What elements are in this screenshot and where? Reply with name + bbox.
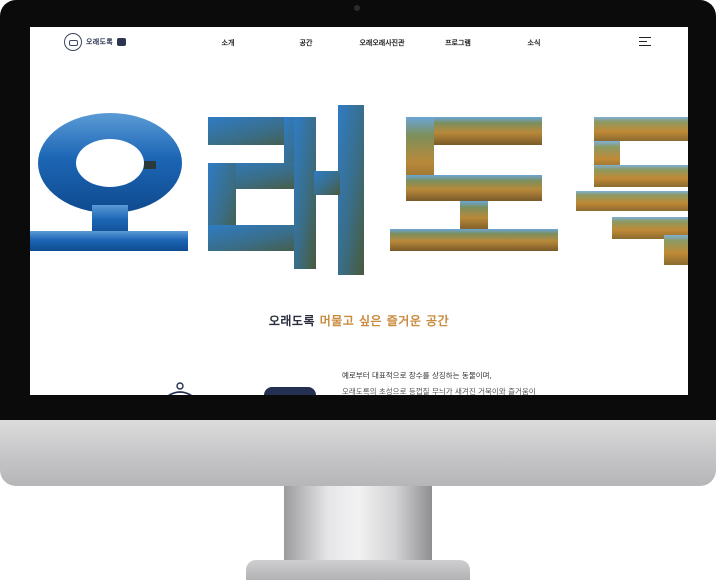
turtle-illustration-icon [168,382,192,395]
hero-lettering-graphic [30,105,688,275]
hamburger-menu-icon[interactable] [639,37,651,47]
description-line-2: 오래도록의 초성으로 등껍질 무늬가 새겨진 거북이와 즐거움이 [342,387,536,395]
hero-letter-do [390,117,558,251]
monitor-chin [0,420,716,486]
hero-lettering [30,105,688,275]
nav-item-about[interactable]: 소개 [222,38,235,48]
nav-item-program[interactable]: 프로그램 [445,38,471,48]
logo-emblem-icon [64,33,82,51]
site-logo[interactable]: 오래도록 [64,33,126,51]
nav-item-photo-studio[interactable]: 오래오래사진관 [359,38,404,48]
hero-letter-rae [208,105,364,275]
hero-letter-o [30,113,188,251]
logo-text: 오래도록 [86,38,113,46]
monitor-stand [284,486,432,564]
tagline-slogan: 머물고 싶은 즐거운 공간 [319,314,450,328]
tagline-brand: 오래도록 [268,314,316,328]
hero-tagline: 오래도록 머물고 싶은 즐거운 공간 [30,312,688,329]
nav-item-space[interactable]: 공간 [300,38,313,48]
website-screen: 오래도록 소개 공간 오래오래사진관 프로그램 소식 오래도록 머물고 싶은 즐… [30,27,688,395]
site-header: 오래도록 소개 공간 오래오래사진관 프로그램 소식 [30,27,688,61]
hero-letter-rok [576,117,688,265]
nav-item-news[interactable]: 소식 [528,38,541,48]
camera-icon [354,5,360,11]
description-line-1: 예로부터 대표적으로 장수를 상징하는 동물이며, [342,371,492,380]
intro-description: 예로부터 대표적으로 장수를 상징하는 동물이며, 오래도록의 초성으로 등껍질… [342,368,622,395]
navy-shape-icon [264,387,316,395]
logo-badge [116,38,126,46]
monitor-stand-base [246,560,470,580]
